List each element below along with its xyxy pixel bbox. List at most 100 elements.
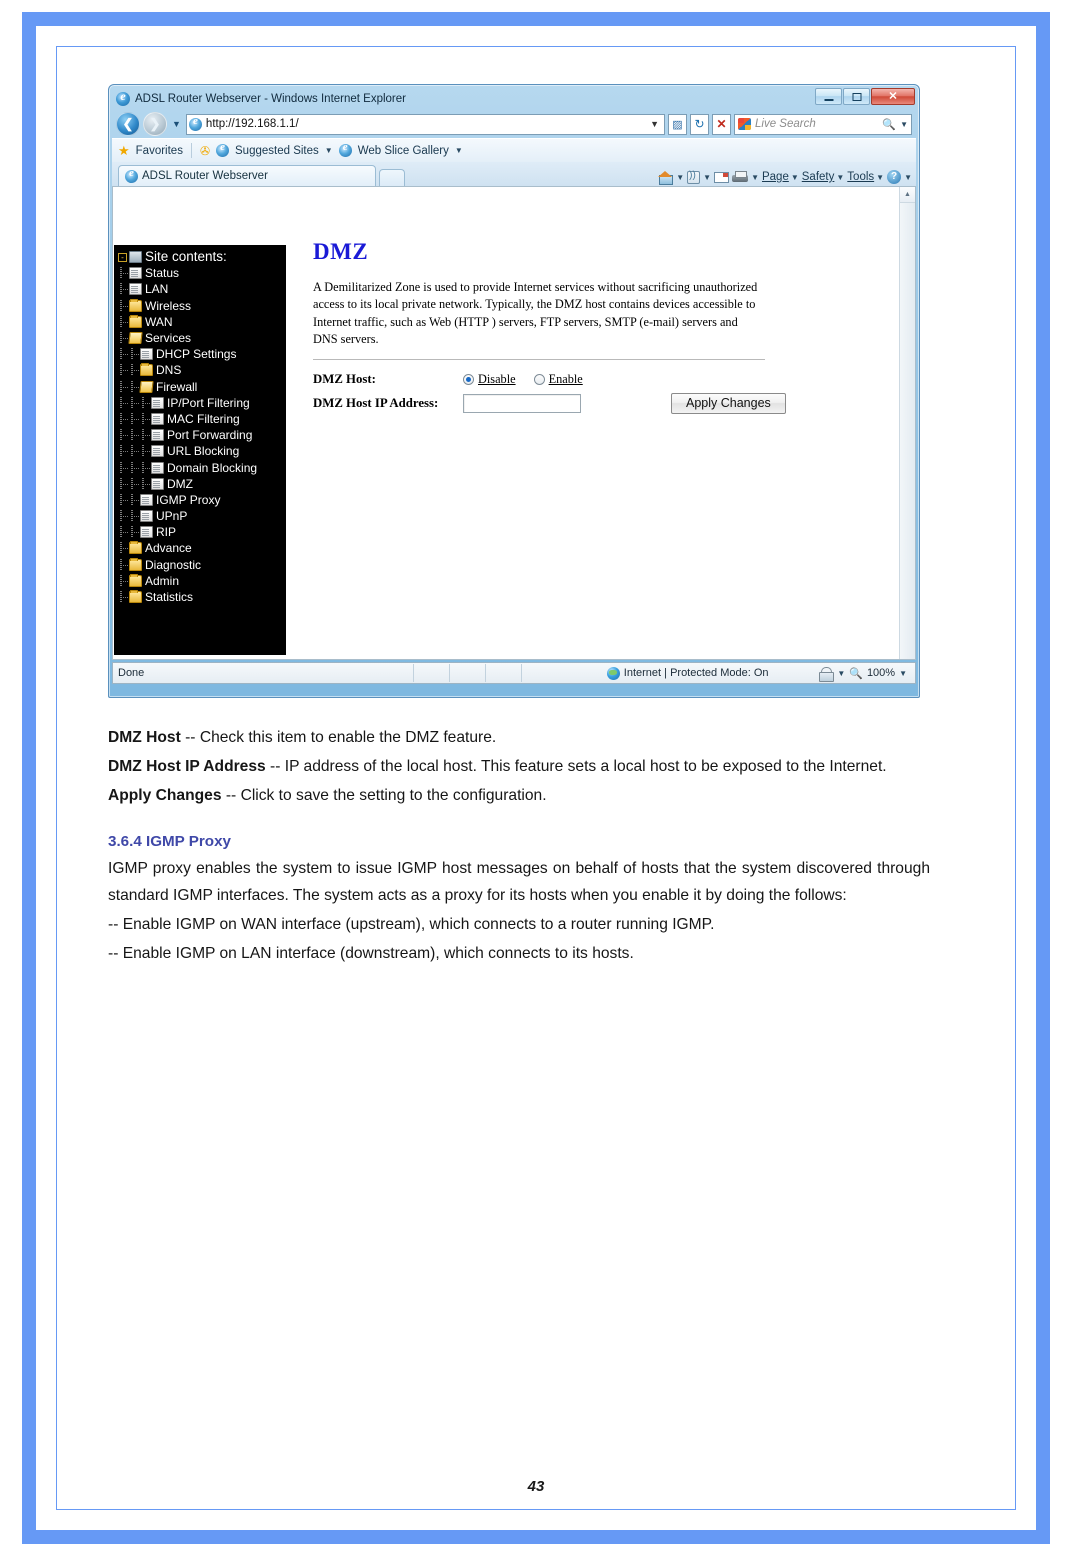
refresh-button[interactable]: ↻ — [690, 113, 709, 135]
dmz-host-disable-radio[interactable] — [463, 373, 474, 385]
scroll-up-arrow-icon[interactable]: ▲ — [900, 187, 915, 203]
folder-icon — [129, 557, 142, 571]
web-slice-gallery-label[interactable]: Web Slice Gallery — [358, 145, 449, 157]
help-icon[interactable]: ? — [887, 170, 902, 184]
search-box[interactable]: Live Search 🔍 ▼ — [734, 113, 912, 135]
tree-item-label: RIP — [156, 525, 177, 540]
suggested-sites-caret-icon[interactable]: ▼ — [325, 146, 333, 155]
security-zone[interactable]: Internet | Protected Mode: On — [557, 666, 818, 680]
print-caret-icon[interactable]: ▼ — [751, 173, 759, 182]
tree-item-status[interactable]: Status — [118, 265, 286, 281]
tree-connector-icon — [118, 493, 129, 506]
tree-item-upnp[interactable]: UPnP — [118, 508, 286, 524]
tree-item-label: DNS — [156, 363, 182, 378]
dmz-host-enable-radio[interactable] — [533, 373, 545, 385]
safety-menu-button[interactable]: Safety ▼ — [802, 171, 845, 183]
add-to-favorites-bar-icon[interactable]: ✇ — [200, 144, 210, 158]
print-icon[interactable] — [732, 170, 749, 184]
dmz-host-enable-label[interactable]: Enable — [549, 372, 583, 387]
new-tab-button[interactable] — [379, 169, 405, 186]
restore-icon — [852, 92, 861, 101]
tree-item-dmz[interactable]: DMZ — [118, 476, 286, 492]
read-mail-icon[interactable] — [714, 171, 730, 183]
home-caret-icon[interactable]: ▼ — [676, 173, 684, 182]
rss-caret-icon[interactable]: ▼ — [703, 173, 711, 182]
compatibility-view-button[interactable]: ▨ — [668, 113, 687, 135]
tree-item-url-blocking[interactable]: URL Blocking — [118, 443, 286, 459]
help-caret-icon[interactable]: ▼ — [904, 173, 912, 182]
dmz-host-disable-label[interactable]: Disable — [478, 372, 516, 387]
tree-expander-icon[interactable]: - — [118, 252, 127, 262]
tab-label: ADSL Router Webserver — [142, 170, 268, 182]
document-icon — [129, 283, 142, 296]
tree-connector-icon — [118, 445, 129, 458]
tree-item-advance[interactable]: Advance — [118, 540, 286, 556]
close-icon: ✕ — [888, 90, 898, 102]
tree-item-ip-port-filtering[interactable]: IP/Port Filtering — [118, 395, 286, 411]
section-body-igmp-proxy: IGMP proxy enables the system to issue I… — [108, 860, 930, 905]
tree-connector-icon — [129, 526, 140, 539]
tree-item-wan[interactable]: WAN — [118, 314, 286, 330]
tree-item-igmp-proxy[interactable]: IGMP Proxy — [118, 492, 286, 508]
favorites-label[interactable]: Favorites — [136, 145, 183, 157]
apply-changes-button[interactable]: Apply Changes — [671, 392, 786, 414]
search-dropdown-caret-icon[interactable]: ▼ — [900, 120, 908, 129]
rss-feeds-icon[interactable] — [687, 170, 701, 184]
safety-menu-label: Safety — [801, 171, 835, 183]
web-slice-gallery-caret-icon[interactable]: ▼ — [455, 146, 463, 155]
zoom-caret-icon[interactable]: ▼ — [899, 669, 907, 678]
address-dropdown-caret-icon[interactable]: ▼ — [647, 119, 662, 129]
favorites-star-icon[interactable]: ★ — [118, 143, 130, 159]
zoom-magnifier-icon[interactable]: 🔍 — [849, 667, 863, 680]
folder-icon — [140, 363, 153, 377]
tree-item-label: Services — [145, 331, 192, 346]
zoom-level-text: 100% — [866, 667, 896, 679]
tree-connector-icon — [118, 299, 129, 312]
address-bar[interactable]: http://192.168.1.1/ ▼ — [185, 113, 665, 135]
stop-button[interactable]: ✕ — [712, 113, 731, 135]
tools-menu-button[interactable]: Tools ▼ — [847, 171, 884, 183]
folder-icon — [129, 590, 142, 604]
document-icon — [140, 526, 153, 539]
site-contents-root[interactable]: - Site contents: — [118, 249, 286, 265]
tree-item-mac-filtering[interactable]: MAC Filtering — [118, 411, 286, 427]
tree-item-diagnostic[interactable]: Diagnostic — [118, 557, 286, 573]
restore-button[interactable] — [843, 88, 870, 105]
page-menu-label: Page — [761, 171, 789, 183]
tree-item-domain-blocking[interactable]: Domain Blocking — [118, 459, 286, 475]
doc-paragraph-apply-changes: Apply Changes -- Click to save the setti… — [108, 783, 930, 810]
privacy-caret-icon[interactable]: ▼ — [837, 669, 845, 678]
privacy-report-icon[interactable] — [818, 666, 835, 682]
tree-item-rip[interactable]: RIP — [118, 524, 286, 540]
tree-item-statistics[interactable]: Statistics — [118, 589, 286, 605]
status-cell — [449, 664, 485, 682]
address-url-text: http://192.168.1.1/ — [205, 118, 299, 130]
dmz-host-ip-input[interactable] — [463, 393, 581, 413]
tree-item-dhcp-settings[interactable]: DHCP Settings — [118, 346, 286, 362]
tree-item-label: LAN — [145, 282, 169, 297]
browser-tab-adsl-router-webserver[interactable]: ADSL Router Webserver — [118, 165, 376, 186]
minimize-button[interactable] — [815, 88, 842, 105]
tree-item-dns[interactable]: DNS — [118, 362, 286, 378]
vertical-scrollbar[interactable]: ▲ — [899, 187, 915, 659]
page-menu-button[interactable]: Page ▼ — [762, 171, 799, 183]
close-button[interactable]: ✕ — [871, 88, 915, 105]
tree-item-services[interactable]: Services — [118, 330, 286, 346]
tree-item-firewall[interactable]: Firewall — [118, 379, 286, 395]
tree-item-wireless[interactable]: Wireless — [118, 298, 286, 314]
folder-icon — [129, 314, 142, 328]
browser-window: ADSL Router Webserver - Windows Internet… — [108, 84, 920, 698]
tree-connector-icon — [118, 461, 129, 474]
tree-item-admin[interactable]: Admin — [118, 573, 286, 589]
back-button[interactable]: ❮ — [116, 112, 140, 136]
tree-connector-icon — [118, 348, 129, 361]
tree-item-lan[interactable]: LAN — [118, 281, 286, 297]
recent-pages-caret-icon[interactable]: ▼ — [172, 119, 181, 129]
home-icon[interactable] — [658, 170, 674, 185]
search-magnifier-icon[interactable]: 🔍 — [882, 118, 896, 131]
tree-connector-icon — [129, 493, 140, 506]
forward-button[interactable]: ❯ — [143, 112, 167, 136]
tree-item-port-forwarding[interactable]: Port Forwarding — [118, 427, 286, 443]
tree-connector-icon — [129, 429, 140, 442]
suggested-sites-label[interactable]: Suggested Sites — [235, 145, 319, 157]
